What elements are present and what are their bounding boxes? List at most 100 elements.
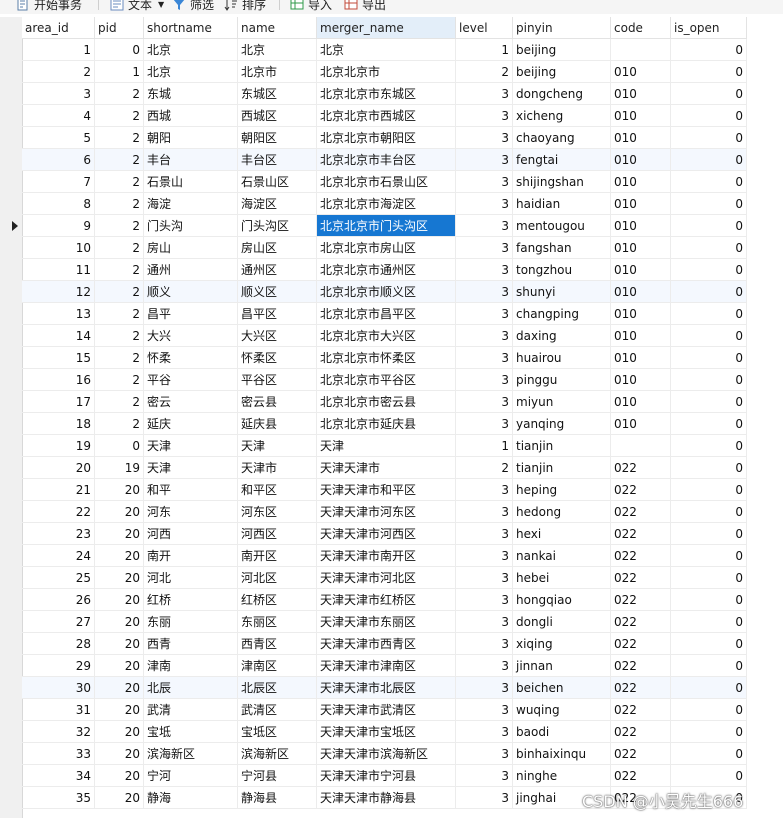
cell-is-open[interactable]: 0	[671, 765, 747, 787]
cell-area-id[interactable]: 29	[22, 655, 95, 677]
cell-area-id[interactable]: 33	[22, 743, 95, 765]
table-row[interactable]: 15 2 怀柔 怀柔区 北京北京市怀柔区 3 huairou 010 0	[22, 347, 747, 369]
cell-name[interactable]: 宁河县	[238, 765, 317, 787]
cell-area-id[interactable]: 22	[22, 501, 95, 523]
cell-code[interactable]: 022	[611, 699, 671, 721]
cell-pinyin[interactable]: shunyi	[513, 281, 611, 303]
cell-shortname[interactable]: 平谷	[144, 369, 238, 391]
cell-is-open[interactable]: 0	[671, 589, 747, 611]
cell-pid[interactable]: 2	[95, 215, 144, 237]
cell-pinyin[interactable]: yanqing	[513, 413, 611, 435]
cell-name[interactable]: 河北区	[238, 567, 317, 589]
cell-code[interactable]: 022	[611, 457, 671, 479]
cell-name[interactable]: 北京市	[238, 61, 317, 83]
cell-merger-name[interactable]: 天津天津市东丽区	[317, 611, 456, 633]
cell-area-id[interactable]: 32	[22, 721, 95, 743]
cell-merger-name[interactable]: 北京北京市大兴区	[317, 325, 456, 347]
cell-pinyin[interactable]: tianjin	[513, 457, 611, 479]
toolbar-begin-transaction-button[interactable]: 开始事务	[16, 0, 82, 13]
cell-pid[interactable]: 20	[95, 523, 144, 545]
cell-area-id[interactable]: 11	[22, 259, 95, 281]
cell-is-open[interactable]: 0	[671, 369, 747, 391]
cell-pinyin[interactable]: hebei	[513, 567, 611, 589]
cell-name[interactable]: 天津	[238, 435, 317, 457]
cell-level[interactable]: 3	[456, 501, 513, 523]
cell-area-id[interactable]: 6	[22, 149, 95, 171]
cell-pid[interactable]: 2	[95, 413, 144, 435]
cell-code[interactable]: 022	[611, 501, 671, 523]
cell-merger-name[interactable]: 北京北京市朝阳区	[317, 127, 456, 149]
cell-name[interactable]: 朝阳区	[238, 127, 317, 149]
cell-pid[interactable]: 20	[95, 677, 144, 699]
cell-pid[interactable]: 2	[95, 259, 144, 281]
cell-level[interactable]: 3	[456, 611, 513, 633]
cell-shortname[interactable]: 东丽	[144, 611, 238, 633]
table-row[interactable]: 10 2 房山 房山区 北京北京市房山区 3 fangshan 010 0	[22, 237, 747, 259]
table-row[interactable]: 31 20 武清 武清区 天津天津市武清区 3 wuqing 022 0	[22, 699, 747, 721]
cell-area-id[interactable]: 15	[22, 347, 95, 369]
table-row[interactable]: 25 20 河北 河北区 天津天津市河北区 3 hebei 022 0	[22, 567, 747, 589]
cell-merger-name[interactable]: 天津天津市河西区	[317, 523, 456, 545]
cell-code[interactable]: 010	[611, 237, 671, 259]
cell-is-open[interactable]: 0	[671, 347, 747, 369]
cell-is-open[interactable]: 0	[671, 83, 747, 105]
cell-code[interactable]: 022	[611, 545, 671, 567]
cell-pinyin[interactable]: hongqiao	[513, 589, 611, 611]
cell-level[interactable]: 3	[456, 347, 513, 369]
table-row[interactable]: 1 0 北京 北京 北京 1 beijing 0	[22, 39, 747, 61]
cell-name[interactable]: 通州区	[238, 259, 317, 281]
cell-code[interactable]: 010	[611, 105, 671, 127]
cell-pid[interactable]: 2	[95, 83, 144, 105]
table-row[interactable]: 33 20 滨海新区 滨海新区 天津天津市滨海新区 3 binhaixinqu 022 0	[22, 743, 747, 765]
cell-is-open[interactable]: 0	[671, 61, 747, 83]
cell-pinyin[interactable]: jinnan	[513, 655, 611, 677]
cell-shortname[interactable]: 天津	[144, 435, 238, 457]
cell-pid[interactable]: 20	[95, 765, 144, 787]
cell-pid[interactable]: 2	[95, 149, 144, 171]
cell-shortname[interactable]: 北京	[144, 61, 238, 83]
cell-pinyin[interactable]: chaoyang	[513, 127, 611, 149]
cell-level[interactable]: 3	[456, 171, 513, 193]
cell-merger-name[interactable]: 天津天津市静海县	[317, 787, 456, 809]
column-header-is-open[interactable]: is_open	[671, 17, 747, 39]
cell-code[interactable]: 022	[611, 677, 671, 699]
cell-pinyin[interactable]: dongli	[513, 611, 611, 633]
table-row[interactable]: 32 20 宝坻 宝坻区 天津天津市宝坻区 3 baodi 022 0	[22, 721, 747, 743]
cell-name[interactable]: 西青区	[238, 633, 317, 655]
cell-name[interactable]: 河西区	[238, 523, 317, 545]
cell-pid[interactable]: 20	[95, 479, 144, 501]
cell-merger-name[interactable]: 天津天津市	[317, 457, 456, 479]
cell-name[interactable]: 延庆县	[238, 413, 317, 435]
cell-is-open[interactable]: 0	[671, 215, 747, 237]
cell-is-open[interactable]: 0	[671, 39, 747, 61]
cell-level[interactable]: 3	[456, 391, 513, 413]
cell-pid[interactable]: 1	[95, 61, 144, 83]
cell-is-open[interactable]: 0	[671, 413, 747, 435]
column-header-pid[interactable]: pid	[95, 17, 144, 39]
data-grid[interactable]: area_id pid shortname name merger_name level p…	[0, 17, 783, 818]
cell-pid[interactable]: 20	[95, 501, 144, 523]
cell-code[interactable]: 010	[611, 83, 671, 105]
cell-code[interactable]: 010	[611, 149, 671, 171]
cell-merger-name[interactable]: 天津	[317, 435, 456, 457]
cell-pid[interactable]: 0	[95, 435, 144, 457]
cell-area-id[interactable]: 20	[22, 457, 95, 479]
cell-pid[interactable]: 20	[95, 743, 144, 765]
cell-name[interactable]: 河东区	[238, 501, 317, 523]
cell-pinyin[interactable]: haidian	[513, 193, 611, 215]
cell-shortname[interactable]: 天津	[144, 457, 238, 479]
cell-code[interactable]: 022	[611, 633, 671, 655]
cell-level[interactable]: 3	[456, 303, 513, 325]
cell-shortname[interactable]: 滨海新区	[144, 743, 238, 765]
cell-shortname[interactable]: 石景山	[144, 171, 238, 193]
cell-merger-name[interactable]: 天津天津市和平区	[317, 479, 456, 501]
cell-area-id[interactable]: 31	[22, 699, 95, 721]
cell-shortname[interactable]: 津南	[144, 655, 238, 677]
cell-code[interactable]: 010	[611, 281, 671, 303]
cell-pid[interactable]: 20	[95, 655, 144, 677]
cell-area-id[interactable]: 28	[22, 633, 95, 655]
cell-area-id[interactable]: 2	[22, 61, 95, 83]
cell-code[interactable]: 010	[611, 127, 671, 149]
cell-is-open[interactable]: 0	[671, 699, 747, 721]
cell-pid[interactable]: 20	[95, 633, 144, 655]
